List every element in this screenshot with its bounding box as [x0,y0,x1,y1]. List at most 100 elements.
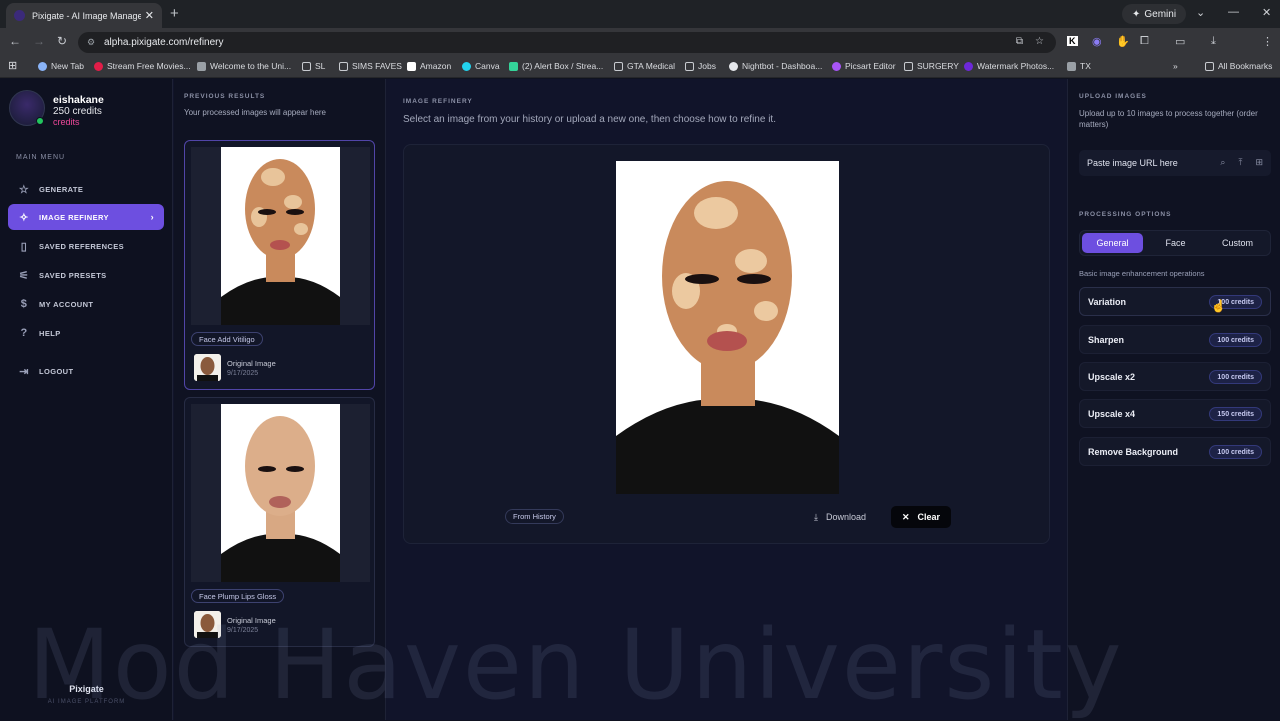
operation-name: Variation [1088,296,1127,307]
all-bookmarks-folder[interactable]: All Bookmarks [1205,61,1272,71]
original-image-thumbnail[interactable] [194,611,221,638]
new-tab-button[interactable]: + [170,5,179,22]
tab-general[interactable]: General [1082,233,1143,253]
sidebar-item-generate[interactable]: ☆ GENERATE [8,176,164,202]
bookmark-watermark[interactable]: Watermark Photos... [964,61,1054,71]
bookmark-nightbot[interactable]: Nightbot - Dashboa... [729,61,822,71]
page-title: IMAGE REFINERY [403,98,473,105]
site-info-icon[interactable]: ⚙ [87,37,95,48]
tab-custom[interactable]: Custom [1207,233,1268,253]
reload-icon[interactable]: ↻ [57,34,67,48]
forward-icon[interactable]: → [33,34,45,48]
browser-toolbar: ← → ↻ ⚙ alpha.pixigate.com/refinery ⧉ ☆ … [0,28,1280,77]
sidebar-item-help[interactable]: ? HELP [8,320,164,346]
sidebar-item-label: HELP [39,328,61,338]
chevron-down-icon[interactable]: ⌄ [1196,6,1205,19]
image-url-input[interactable]: Paste image URL here ⌕ ⤒ ⊞ [1079,150,1271,176]
bookmark-welcome[interactable]: Welcome to the Uni... [197,61,291,71]
close-window-icon[interactable]: ✕ [1262,6,1271,19]
bookmark-folder-sl[interactable]: SL [302,61,325,71]
bookmark-star-icon[interactable]: ☆ [1035,36,1044,47]
selected-image-preview [616,161,839,494]
back-icon[interactable]: ← [9,34,21,48]
result-thumbnail[interactable] [191,147,370,325]
extension-discord-icon[interactable]: ◉ [1092,35,1102,48]
image-preview-area: From History ⤓ Download ✕ Clear [403,144,1050,544]
processing-options-heading: PROCESSING OPTIONS [1079,211,1172,218]
clear-button[interactable]: ✕ Clear [891,506,951,528]
options-panel: UPLOAD IMAGES Upload up to 10 images to … [1067,79,1280,720]
extension-hand-icon[interactable]: ✋ [1116,35,1130,48]
bookmark-icon: ▯ [20,240,28,253]
upload-images-description: Upload up to 10 images to process togeth… [1079,109,1258,129]
bookmark-folder-jobs[interactable]: Jobs [685,61,716,71]
sidebar-item-logout[interactable]: ⇥ LOGOUT [8,358,164,384]
close-icon: ✕ [901,511,910,522]
operation-cost-badge: 100 credits [1209,445,1262,459]
browser-tab[interactable]: Pixigate - AI Image Manageme... ✕ [6,3,162,28]
processing-tabs: General Face Custom [1079,230,1271,256]
close-tab-icon[interactable]: ✕ [145,9,154,22]
sparkle-icon: ✧ [19,211,29,224]
extension-k-icon[interactable]: K [1067,36,1078,46]
result-tag: Face Add Vitiligo [191,332,263,346]
previous-results-panel: PREVIOUS RESULTS Your processed images w… [174,79,386,720]
gemini-button[interactable]: ✦ Gemini [1122,4,1187,24]
original-image-pic [194,611,221,638]
result-image-plump-lips [221,404,340,582]
bookmark-tx[interactable]: TX [1067,61,1091,71]
apps-grid-icon[interactable]: ⊞ [8,59,17,72]
operation-cost-badge: 100 credits [1209,333,1262,347]
extensions-puzzle-icon[interactable]: ⧠ [1140,35,1149,48]
original-image-thumbnail[interactable] [194,354,221,381]
bookmarks-bar: ⊞ New Tab Stream Free Movies... Welcome … [0,56,1280,78]
sliders-icon: ⚟ [18,269,30,282]
result-card[interactable]: Face Plump Lips Gloss Original Image 9/1… [184,397,375,647]
cast-icon[interactable]: ▭ [1175,35,1185,48]
operation-variation[interactable]: Variation 100 credits [1079,287,1271,316]
previous-results-heading: PREVIOUS RESULTS [184,93,266,100]
bookmark-canva[interactable]: Canva [462,61,500,71]
credits-label: credits [53,117,80,127]
bookmark-folder-gta[interactable]: GTA Medical [614,61,675,71]
tab-face[interactable]: Face [1145,233,1206,253]
bookmark-new-tab[interactable]: New Tab [38,61,84,71]
operation-remove-background[interactable]: Remove Background 100 credits [1079,437,1271,466]
sidebar-item-saved-presets[interactable]: ⚟ SAVED PRESETS [8,262,164,288]
bookmark-alert-box[interactable]: (2) Alert Box / Strea... [509,61,603,71]
more-menu-icon[interactable]: ⋮ [1262,35,1273,48]
operation-upscale-x4[interactable]: Upscale x4 150 credits [1079,399,1271,428]
more-bookmarks-icon[interactable]: » [1173,61,1178,71]
result-card[interactable]: Face Add Vitiligo Original Image 9/17/20… [184,140,375,390]
bookmark-folder-sims[interactable]: SIMS FAVES [339,61,402,71]
download-button[interactable]: ⤓ Download [814,506,866,528]
online-status-dot [36,117,44,125]
install-app-icon[interactable]: ⧉ [1016,36,1023,47]
operation-upscale-x2[interactable]: Upscale x2 100 credits [1079,362,1271,391]
sidebar-item-label: GENERATE [39,184,84,194]
gemini-label: Gemini [1144,8,1177,20]
minimize-icon[interactable]: — [1228,6,1239,18]
page-subtitle: Select an image from your history or upl… [403,114,776,125]
search-icon[interactable]: ⌕ [1220,157,1225,168]
url-text: alpha.pixigate.com/refinery [104,37,224,48]
original-image-label: Original Image [227,359,276,368]
download-icon: ⤓ [814,511,818,522]
bookmark-folder-surgery[interactable]: SURGERY [904,61,959,71]
address-bar[interactable]: ⚙ alpha.pixigate.com/refinery ⧉ ☆ [78,32,1056,53]
result-thumbnail[interactable] [191,404,370,582]
bookmark-stream[interactable]: Stream Free Movies... [94,61,191,71]
bookmark-picsart[interactable]: Picsart Editor [832,61,896,71]
result-tag: Face Plump Lips Gloss [191,589,285,603]
tab-description: Basic image enhancement operations [1079,269,1205,278]
operation-sharpen[interactable]: Sharpen 100 credits [1079,325,1271,354]
upload-icon[interactable]: ⤒ [1238,157,1242,168]
sidebar-item-my-account[interactable]: $ MY ACCOUNT [8,291,164,317]
bookmark-amazon[interactable]: Amazon [407,61,451,71]
sidebar-item-saved-references[interactable]: ▯ SAVED REFERENCES [8,233,164,259]
sidebar-item-image-refinery[interactable]: ✧ IMAGE REFINERY › [8,204,164,230]
operation-name: Remove Background [1088,446,1179,457]
brand-name: Pixigate [69,684,104,694]
gallery-grid-icon[interactable]: ⊞ [1255,157,1263,168]
download-icon[interactable]: ⤓ [1211,35,1216,48]
